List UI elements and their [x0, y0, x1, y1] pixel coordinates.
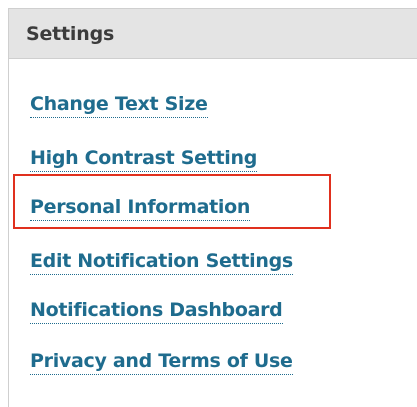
list-item: Privacy and Terms of Use — [30, 350, 293, 380]
list-item: High Contrast Setting — [30, 147, 257, 177]
change-text-size-link[interactable]: Change Text Size — [30, 93, 208, 118]
list-item: Personal Information — [30, 196, 250, 226]
personal-information-link[interactable]: Personal Information — [30, 196, 250, 221]
notifications-dashboard-link[interactable]: Notifications Dashboard — [30, 299, 283, 324]
settings-panel: Settings Change Text Size High Contrast … — [8, 8, 417, 407]
high-contrast-setting-link[interactable]: High Contrast Setting — [30, 147, 257, 172]
edit-notification-settings-link[interactable]: Edit Notification Settings — [30, 250, 293, 275]
privacy-and-terms-link[interactable]: Privacy and Terms of Use — [30, 350, 293, 375]
list-item: Edit Notification Settings — [30, 250, 293, 280]
list-item: Notifications Dashboard — [30, 299, 283, 329]
panel-title: Settings — [26, 22, 115, 45]
panel-header: Settings — [9, 9, 417, 59]
list-item: Change Text Size — [30, 93, 208, 123]
